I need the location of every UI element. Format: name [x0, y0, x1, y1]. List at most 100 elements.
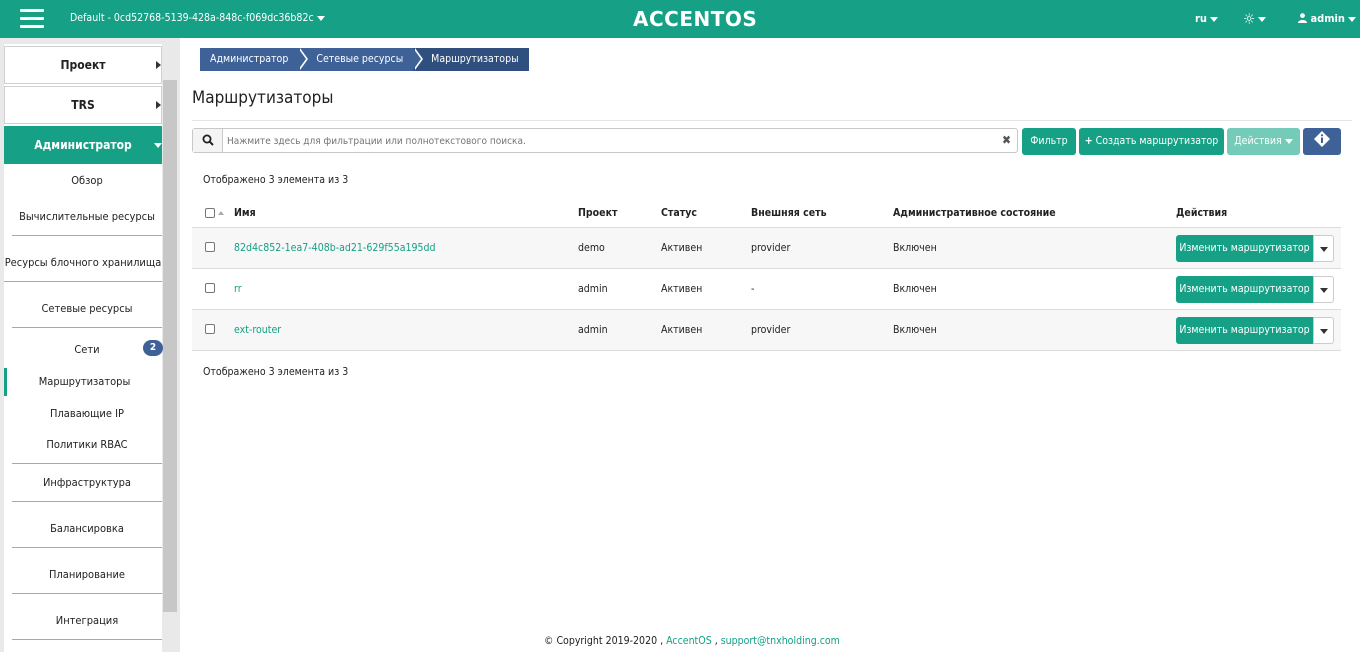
info-button[interactable] [1303, 128, 1341, 155]
sidebar-item-planning[interactable]: Планирование [12, 568, 162, 594]
count-badge: 2 [143, 340, 163, 356]
sidebar-item-label: Сети [74, 343, 100, 356]
sidebar-item-rbac[interactable]: Политики RBAC [12, 438, 162, 464]
router-name-link[interactable]: 82d4c852-1ea7-408b-ad21-629f55a195dd [234, 228, 436, 268]
search-bar: ✖ [192, 128, 1018, 153]
sidebar-item-infrastructure[interactable]: Инфраструктура [12, 476, 162, 502]
routers-table: Имя Проект Статус Внешняя сеть Администр… [192, 199, 1341, 351]
sidebar-item-label: Администратор [34, 138, 132, 152]
chevron-down-icon [316, 15, 325, 21]
edit-router-button[interactable]: Изменить маршрутизатор [1176, 317, 1313, 344]
sidebar-item-compute[interactable]: Вычислительные ресурсы [12, 210, 162, 236]
item-count: Отображено 3 элемента из 3 [203, 174, 349, 186]
sidebar-scrollbar[interactable] [163, 80, 177, 612]
router-name-link[interactable]: rr [234, 269, 242, 309]
language-selector[interactable]: ru [1195, 12, 1218, 25]
breadcrumb: Администратор Сетевые ресурсы Маршрутиза… [200, 48, 529, 71]
sort-icon[interactable] [218, 211, 224, 215]
cell-admin-state: Включен [893, 283, 937, 295]
copyright: © Copyright 2019-2020 , [544, 635, 664, 647]
cell-project: demo [578, 242, 605, 254]
sidebar-item-trs[interactable]: TRS [4, 86, 162, 124]
sidebar-item-network[interactable]: Сетевые ресурсы [12, 302, 162, 328]
sidebar-item-admin[interactable]: Администратор [4, 126, 162, 164]
footer-brand-link[interactable]: AccentOS [666, 635, 712, 647]
edit-router-button[interactable]: Изменить маршрутизатор [1176, 235, 1313, 262]
row-actions-dropdown[interactable] [1313, 276, 1334, 303]
project-selector-label: Default - 0cd52768-5139-428a-848c-f069dc… [70, 12, 314, 24]
cell-status: Активен [661, 242, 703, 254]
select-all-checkbox[interactable] [205, 208, 215, 218]
row-checkbox[interactable] [205, 324, 215, 334]
sidebar-item-project[interactable]: Проект [4, 46, 162, 84]
cell-external-network: - [751, 283, 755, 295]
cell-external-network: provider [751, 324, 791, 336]
plus-icon: + [1084, 135, 1093, 147]
breadcrumb-routers: Маршрутизаторы [413, 48, 529, 71]
sidebar-item-networks[interactable]: Сети 2 [12, 340, 163, 356]
top-navbar: Default - 0cd52768-5139-428a-848c-f069dc… [0, 0, 1360, 38]
clear-icon[interactable]: ✖ [1002, 133, 1011, 147]
chevron-down-icon [1320, 247, 1328, 252]
sidebar-item-label: Проект [60, 58, 106, 72]
column-header-status[interactable]: Статус [661, 199, 697, 227]
table-row: 82d4c852-1ea7-408b-ad21-629f55a195dd dem… [192, 228, 1341, 269]
item-count: Отображено 3 элемента из 3 [203, 366, 349, 378]
theme-selector[interactable]: ☼ [1243, 10, 1267, 28]
chevron-down-icon [1209, 16, 1218, 22]
cell-admin-state: Включен [893, 324, 937, 336]
breadcrumb-label: Маршрутизаторы [431, 53, 519, 65]
create-router-label: Создать маршрутизатор [1095, 135, 1219, 147]
breadcrumb-network[interactable]: Сетевые ресурсы [298, 48, 424, 71]
sidebar-item-balancing[interactable]: Балансировка [12, 522, 162, 548]
edit-router-button[interactable]: Изменить маршрутизатор [1176, 276, 1313, 303]
search-input[interactable] [227, 133, 987, 149]
row-actions-dropdown[interactable] [1313, 235, 1334, 262]
chevron-down-icon [1347, 16, 1356, 22]
page-title: Маршрутизаторы [192, 88, 334, 108]
sun-icon: ☼ [1243, 10, 1256, 28]
breadcrumb-label: Сетевые ресурсы [316, 53, 404, 65]
row-actions-dropdown[interactable] [1313, 317, 1334, 344]
user-menu[interactable]: admin [1298, 12, 1356, 25]
support-email-link[interactable]: support@tnxholding.com [721, 635, 840, 647]
divider [192, 120, 1352, 121]
table-row: ext-router admin Активен provider Включе… [192, 310, 1341, 351]
row-checkbox[interactable] [205, 242, 215, 252]
sidebar-item-floating-ip[interactable]: Плавающие IP [12, 407, 162, 420]
menu-icon[interactable] [20, 9, 44, 29]
sidebar-item-routers[interactable]: Маршрутизаторы [4, 368, 162, 396]
sidebar-item-integration[interactable]: Интеграция [12, 614, 162, 640]
breadcrumb-admin[interactable]: Администратор [200, 48, 309, 71]
info-icon [1314, 131, 1330, 147]
column-header-external-network[interactable]: Внешняя сеть [751, 199, 827, 227]
cell-status: Активен [661, 283, 703, 295]
footer-separator: , [714, 635, 718, 647]
chevron-down-icon [1284, 138, 1293, 144]
table-header: Имя Проект Статус Внешняя сеть Администр… [192, 199, 1341, 228]
column-header-name[interactable]: Имя [234, 199, 256, 227]
column-header-project[interactable]: Проект [578, 199, 617, 227]
breadcrumb-label: Администратор [210, 53, 289, 65]
column-header-admin-state[interactable]: Административное состояние [893, 199, 1056, 227]
search-icon[interactable] [193, 129, 223, 152]
cell-admin-state: Включен [893, 242, 937, 254]
chevron-down-icon [154, 143, 162, 148]
chevron-down-icon [1258, 17, 1267, 22]
project-selector[interactable]: Default - 0cd52768-5139-428a-848c-f069dc… [70, 12, 325, 24]
cell-external-network: provider [751, 242, 791, 254]
row-checkbox[interactable] [205, 283, 215, 293]
sidebar-item-overview[interactable]: Обзор [12, 174, 162, 187]
user-icon [1298, 13, 1307, 23]
router-name-link[interactable]: ext-router [234, 310, 281, 350]
filter-button[interactable]: Фильтр [1022, 128, 1076, 155]
actions-button[interactable]: Действия [1227, 128, 1300, 155]
chevron-down-icon [1320, 288, 1328, 293]
sidebar-item-block-storage[interactable]: Ресурсы блочного хранилища [4, 256, 162, 282]
cell-status: Активен [661, 324, 703, 336]
sidebar: Проект TRS Администратор Обзор Вычислите… [0, 38, 180, 652]
language-label: ru [1195, 12, 1207, 25]
table-row: rr admin Активен - Включен Изменить марш… [192, 269, 1341, 310]
create-router-button[interactable]: + Создать маршрутизатор [1079, 128, 1224, 155]
actions-label: Действия [1234, 135, 1282, 147]
